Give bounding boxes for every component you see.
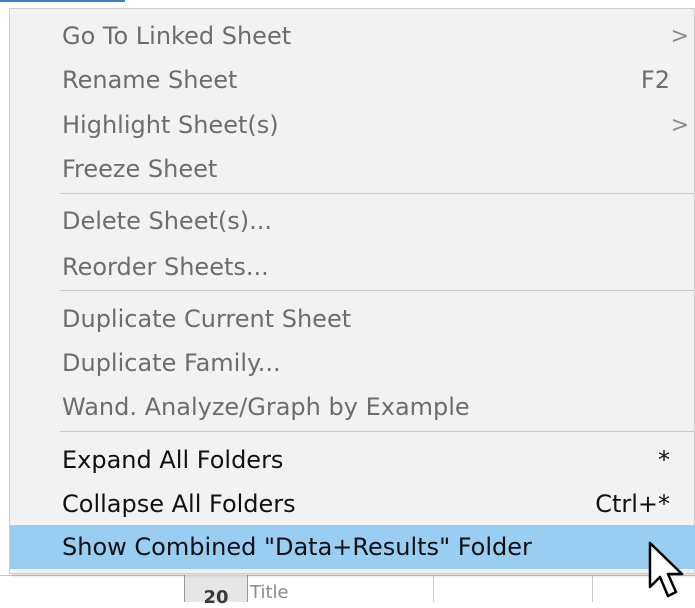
cell-title-text[interactable]: Title bbox=[250, 582, 289, 603]
row-number-header[interactable]: 20 bbox=[184, 575, 248, 608]
menu-item-freeze-sheet[interactable]: Freeze Sheet bbox=[10, 147, 695, 191]
menu-item-shortcut: F2 bbox=[640, 66, 670, 94]
grid-line bbox=[433, 575, 434, 602]
grid-line bbox=[0, 575, 695, 576]
menu-item-collapse-all-folders[interactable]: Collapse All Folders Ctrl+* bbox=[10, 482, 695, 526]
menu-item-duplicate-current-sheet[interactable]: Duplicate Current Sheet bbox=[10, 297, 695, 341]
menu-item-label: Expand All Folders bbox=[62, 446, 284, 474]
menu-item-label: Duplicate Current Sheet bbox=[62, 305, 352, 333]
menu-separator bbox=[60, 431, 695, 432]
menu-item-label: Duplicate Family... bbox=[62, 349, 281, 377]
menu-separator bbox=[60, 290, 695, 291]
menu-separator bbox=[60, 193, 695, 194]
menu-item-highlight-sheets[interactable]: Highlight Sheet(s) > bbox=[10, 103, 695, 147]
menu-item-label: Collapse All Folders bbox=[62, 490, 296, 518]
row-number: 20 bbox=[203, 587, 229, 608]
context-menu: Go To Linked Sheet > Rename Sheet F2 Hig… bbox=[9, 8, 695, 574]
menu-item-go-to-linked-sheet[interactable]: Go To Linked Sheet > bbox=[10, 14, 695, 58]
mouse-cursor-icon bbox=[648, 541, 684, 598]
menu-item-label: Go To Linked Sheet bbox=[62, 22, 292, 50]
menu-item-label: Wand. Analyze/Graph by Example bbox=[62, 393, 470, 421]
menu-item-label: Freeze Sheet bbox=[62, 155, 218, 183]
submenu-arrow-icon: > bbox=[670, 112, 689, 138]
menu-item-label: Rename Sheet bbox=[62, 66, 238, 94]
menu-item-label: Highlight Sheet(s) bbox=[62, 111, 279, 139]
menu-item-duplicate-family[interactable]: Duplicate Family... bbox=[10, 341, 695, 385]
menu-item-shortcut: Ctrl+* bbox=[595, 490, 670, 518]
tab-accent-line bbox=[0, 0, 125, 2]
menu-item-label: Show Combined "Data+Results" Folder bbox=[62, 533, 532, 561]
menu-item-wand-analyze-graph[interactable]: Wand. Analyze/Graph by Example bbox=[10, 385, 695, 429]
menu-item-shortcut: * bbox=[658, 446, 670, 474]
menu-item-label: Reorder Sheets... bbox=[62, 253, 269, 281]
menu-item-reorder-sheets[interactable]: Reorder Sheets... bbox=[10, 245, 695, 289]
menu-item-show-combined-folder[interactable]: Show Combined "Data+Results" Folder bbox=[10, 525, 695, 569]
submenu-arrow-icon: > bbox=[670, 23, 689, 49]
menu-item-label: Delete Sheet(s)... bbox=[62, 207, 272, 235]
menu-item-expand-all-folders[interactable]: Expand All Folders * bbox=[10, 438, 695, 482]
menu-item-rename-sheet[interactable]: Rename Sheet F2 bbox=[10, 58, 695, 102]
menu-item-delete-sheets[interactable]: Delete Sheet(s)... bbox=[10, 199, 695, 243]
grid-line bbox=[592, 575, 593, 602]
